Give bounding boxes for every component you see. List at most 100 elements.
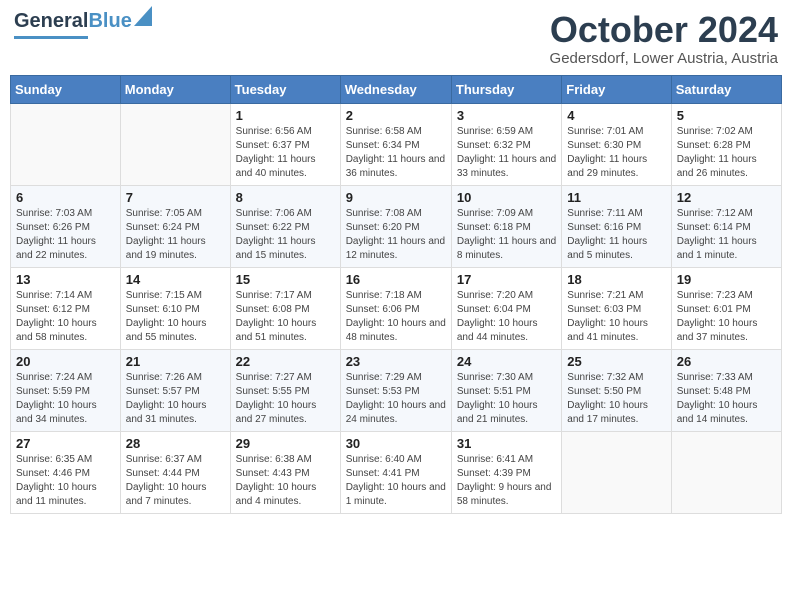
calendar-cell: 31 Sunrise: 6:41 AMSunset: 4:39 PMDayligh… <box>451 431 561 513</box>
day-info: Sunrise: 7:08 AMSunset: 6:20 PMDaylight:… <box>346 207 446 263</box>
calendar-week-4: 20Sunrise: 7:24 AMSunset: 5:59 PMDayligh… <box>11 349 782 431</box>
calendar-cell <box>11 103 121 185</box>
day-info: Sunrise: 7:18 AMSunset: 6:06 PMDaylight:… <box>346 289 446 345</box>
day-number: 22 <box>236 354 335 369</box>
calendar-cell: 16 Sunrise: 7:18 AMSunset: 6:06 PMDayligh… <box>340 267 451 349</box>
day-info: Sunrise: 6:38 AMSunset: 4:43 PMDaylight:… <box>236 453 335 509</box>
calendar-cell: 12 Sunrise: 7:12 AMSunset: 6:14 PMDayligh… <box>671 185 781 267</box>
day-info: Sunrise: 7:14 AMSunset: 6:12 PMDaylight:… <box>16 289 115 345</box>
calendar-cell: 28 Sunrise: 6:37 AMSunset: 4:44 PMDayligh… <box>120 431 230 513</box>
day-number: 2 <box>346 108 446 123</box>
header-monday: Monday <box>120 75 230 103</box>
day-info: Sunrise: 7:09 AMSunset: 6:18 PMDaylight:… <box>457 207 556 263</box>
location-title: Gedersdorf, Lower Austria, Austria <box>550 50 778 67</box>
day-number: 24 <box>457 354 556 369</box>
calendar-cell: 19Sunrise: 7:23 AMSunset: 6:01 PMDayligh… <box>671 267 781 349</box>
day-number: 25 <box>567 354 665 369</box>
day-number: 11 <box>567 190 665 205</box>
day-info: Sunrise: 7:33 AMSunset: 5:48 PMDaylight:… <box>677 371 776 427</box>
calendar-cell: 21Sunrise: 7:26 AMSunset: 5:57 PMDayligh… <box>120 349 230 431</box>
day-info: Sunrise: 6:59 AMSunset: 6:32 PMDaylight:… <box>457 125 556 181</box>
header-sunday: Sunday <box>11 75 121 103</box>
calendar-cell <box>671 431 781 513</box>
day-number: 30 <box>346 436 446 451</box>
calendar-cell: 11 Sunrise: 7:11 AMSunset: 6:16 PMDayligh… <box>562 185 671 267</box>
day-number: 3 <box>457 108 556 123</box>
calendar-cell: 23Sunrise: 7:29 AMSunset: 5:53 PMDayligh… <box>340 349 451 431</box>
calendar-cell: 27Sunrise: 6:35 AMSunset: 4:46 PMDayligh… <box>11 431 121 513</box>
calendar-cell: 10 Sunrise: 7:09 AMSunset: 6:18 PMDayligh… <box>451 185 561 267</box>
calendar-cell <box>562 431 671 513</box>
calendar-cell: 30Sunrise: 6:40 AMSunset: 4:41 PMDayligh… <box>340 431 451 513</box>
day-info: Sunrise: 7:27 AMSunset: 5:55 PMDaylight:… <box>236 371 335 427</box>
day-number: 18 <box>567 272 665 287</box>
day-info: Sunrise: 7:20 AMSunset: 6:04 PMDaylight:… <box>457 289 556 345</box>
day-info: Sunrise: 7:12 AMSunset: 6:14 PMDaylight:… <box>677 207 776 263</box>
day-number: 5 <box>677 108 776 123</box>
calendar-cell: 25 Sunrise: 7:32 AMSunset: 5:50 PMDayligh… <box>562 349 671 431</box>
day-number: 19 <box>677 272 776 287</box>
calendar-cell: 22 Sunrise: 7:27 AMSunset: 5:55 PMDayligh… <box>230 349 340 431</box>
header-saturday: Saturday <box>671 75 781 103</box>
day-number: 23 <box>346 354 446 369</box>
day-number: 12 <box>677 190 776 205</box>
day-info: Sunrise: 6:56 AMSunset: 6:37 PMDaylight:… <box>236 125 335 181</box>
calendar-cell: 9 Sunrise: 7:08 AMSunset: 6:20 PMDaylight… <box>340 185 451 267</box>
day-number: 6 <box>16 190 115 205</box>
day-info: Sunrise: 6:41 AMSunset: 4:39 PMDaylight:… <box>457 453 556 509</box>
day-number: 20 <box>16 354 115 369</box>
day-info: Sunrise: 7:01 AMSunset: 6:30 PMDaylight:… <box>567 125 665 181</box>
day-info: Sunrise: 7:11 AMSunset: 6:16 PMDaylight:… <box>567 207 665 263</box>
day-number: 7 <box>126 190 225 205</box>
logo-underline <box>14 36 88 39</box>
calendar-cell: 14 Sunrise: 7:15 AMSunset: 6:10 PMDayligh… <box>120 267 230 349</box>
calendar-cell: 6Sunrise: 7:03 AMSunset: 6:26 PMDaylight… <box>11 185 121 267</box>
calendar-cell: 17 Sunrise: 7:20 AMSunset: 6:04 PMDayligh… <box>451 267 561 349</box>
header-wednesday: Wednesday <box>340 75 451 103</box>
day-info: Sunrise: 7:30 AMSunset: 5:51 PMDaylight:… <box>457 371 556 427</box>
day-info: Sunrise: 6:58 AMSunset: 6:34 PMDaylight:… <box>346 125 446 181</box>
day-number: 8 <box>236 190 335 205</box>
calendar-cell: 29Sunrise: 6:38 AMSunset: 4:43 PMDayligh… <box>230 431 340 513</box>
day-number: 10 <box>457 190 556 205</box>
day-number: 16 <box>346 272 446 287</box>
day-info: Sunrise: 7:05 AMSunset: 6:24 PMDaylight:… <box>126 207 225 263</box>
calendar-week-1: 1 Sunrise: 6:56 AMSunset: 6:37 PMDaylight… <box>11 103 782 185</box>
calendar-cell: 13Sunrise: 7:14 AMSunset: 6:12 PMDayligh… <box>11 267 121 349</box>
calendar-week-5: 27Sunrise: 6:35 AMSunset: 4:46 PMDayligh… <box>11 431 782 513</box>
day-number: 26 <box>677 354 776 369</box>
header-tuesday: Tuesday <box>230 75 340 103</box>
day-number: 17 <box>457 272 556 287</box>
day-number: 28 <box>126 436 225 451</box>
calendar-cell: 20Sunrise: 7:24 AMSunset: 5:59 PMDayligh… <box>11 349 121 431</box>
day-info: Sunrise: 7:32 AMSunset: 5:50 PMDaylight:… <box>567 371 665 427</box>
day-info: Sunrise: 7:26 AMSunset: 5:57 PMDaylight:… <box>126 371 225 427</box>
calendar-cell: 3 Sunrise: 6:59 AMSunset: 6:32 PMDaylight… <box>451 103 561 185</box>
calendar-cell: 24 Sunrise: 7:30 AMSunset: 5:51 PMDayligh… <box>451 349 561 431</box>
day-number: 9 <box>346 190 446 205</box>
header-thursday: Thursday <box>451 75 561 103</box>
calendar-cell: 18 Sunrise: 7:21 AMSunset: 6:03 PMDayligh… <box>562 267 671 349</box>
page-header: GeneralBlue October 2024 Gedersdorf, Low… <box>10 10 782 67</box>
day-info: Sunrise: 7:17 AMSunset: 6:08 PMDaylight:… <box>236 289 335 345</box>
day-number: 1 <box>236 108 335 123</box>
calendar-table: Sunday Monday Tuesday Wednesday Thursday… <box>10 75 782 514</box>
title-block: October 2024 Gedersdorf, Lower Austria, … <box>550 10 778 67</box>
calendar-cell: 15Sunrise: 7:17 AMSunset: 6:08 PMDayligh… <box>230 267 340 349</box>
logo-text: GeneralBlue <box>14 10 132 32</box>
day-info: Sunrise: 7:15 AMSunset: 6:10 PMDaylight:… <box>126 289 225 345</box>
header-friday: Friday <box>562 75 671 103</box>
day-info: Sunrise: 6:35 AMSunset: 4:46 PMDaylight:… <box>16 453 115 509</box>
calendar-cell: 7 Sunrise: 7:05 AMSunset: 6:24 PMDaylight… <box>120 185 230 267</box>
calendar-cell: 1 Sunrise: 6:56 AMSunset: 6:37 PMDaylight… <box>230 103 340 185</box>
calendar-cell: 5 Sunrise: 7:02 AMSunset: 6:28 PMDaylight… <box>671 103 781 185</box>
day-info: Sunrise: 7:02 AMSunset: 6:28 PMDaylight:… <box>677 125 776 181</box>
calendar-week-2: 6Sunrise: 7:03 AMSunset: 6:26 PMDaylight… <box>11 185 782 267</box>
calendar-cell: 26 Sunrise: 7:33 AMSunset: 5:48 PMDayligh… <box>671 349 781 431</box>
day-info: Sunrise: 7:21 AMSunset: 6:03 PMDaylight:… <box>567 289 665 345</box>
calendar-cell: 4Sunrise: 7:01 AMSunset: 6:30 PMDaylight… <box>562 103 671 185</box>
day-number: 31 <box>457 436 556 451</box>
day-info: Sunrise: 7:06 AMSunset: 6:22 PMDaylight:… <box>236 207 335 263</box>
day-info: Sunrise: 6:37 AMSunset: 4:44 PMDaylight:… <box>126 453 225 509</box>
day-number: 14 <box>126 272 225 287</box>
